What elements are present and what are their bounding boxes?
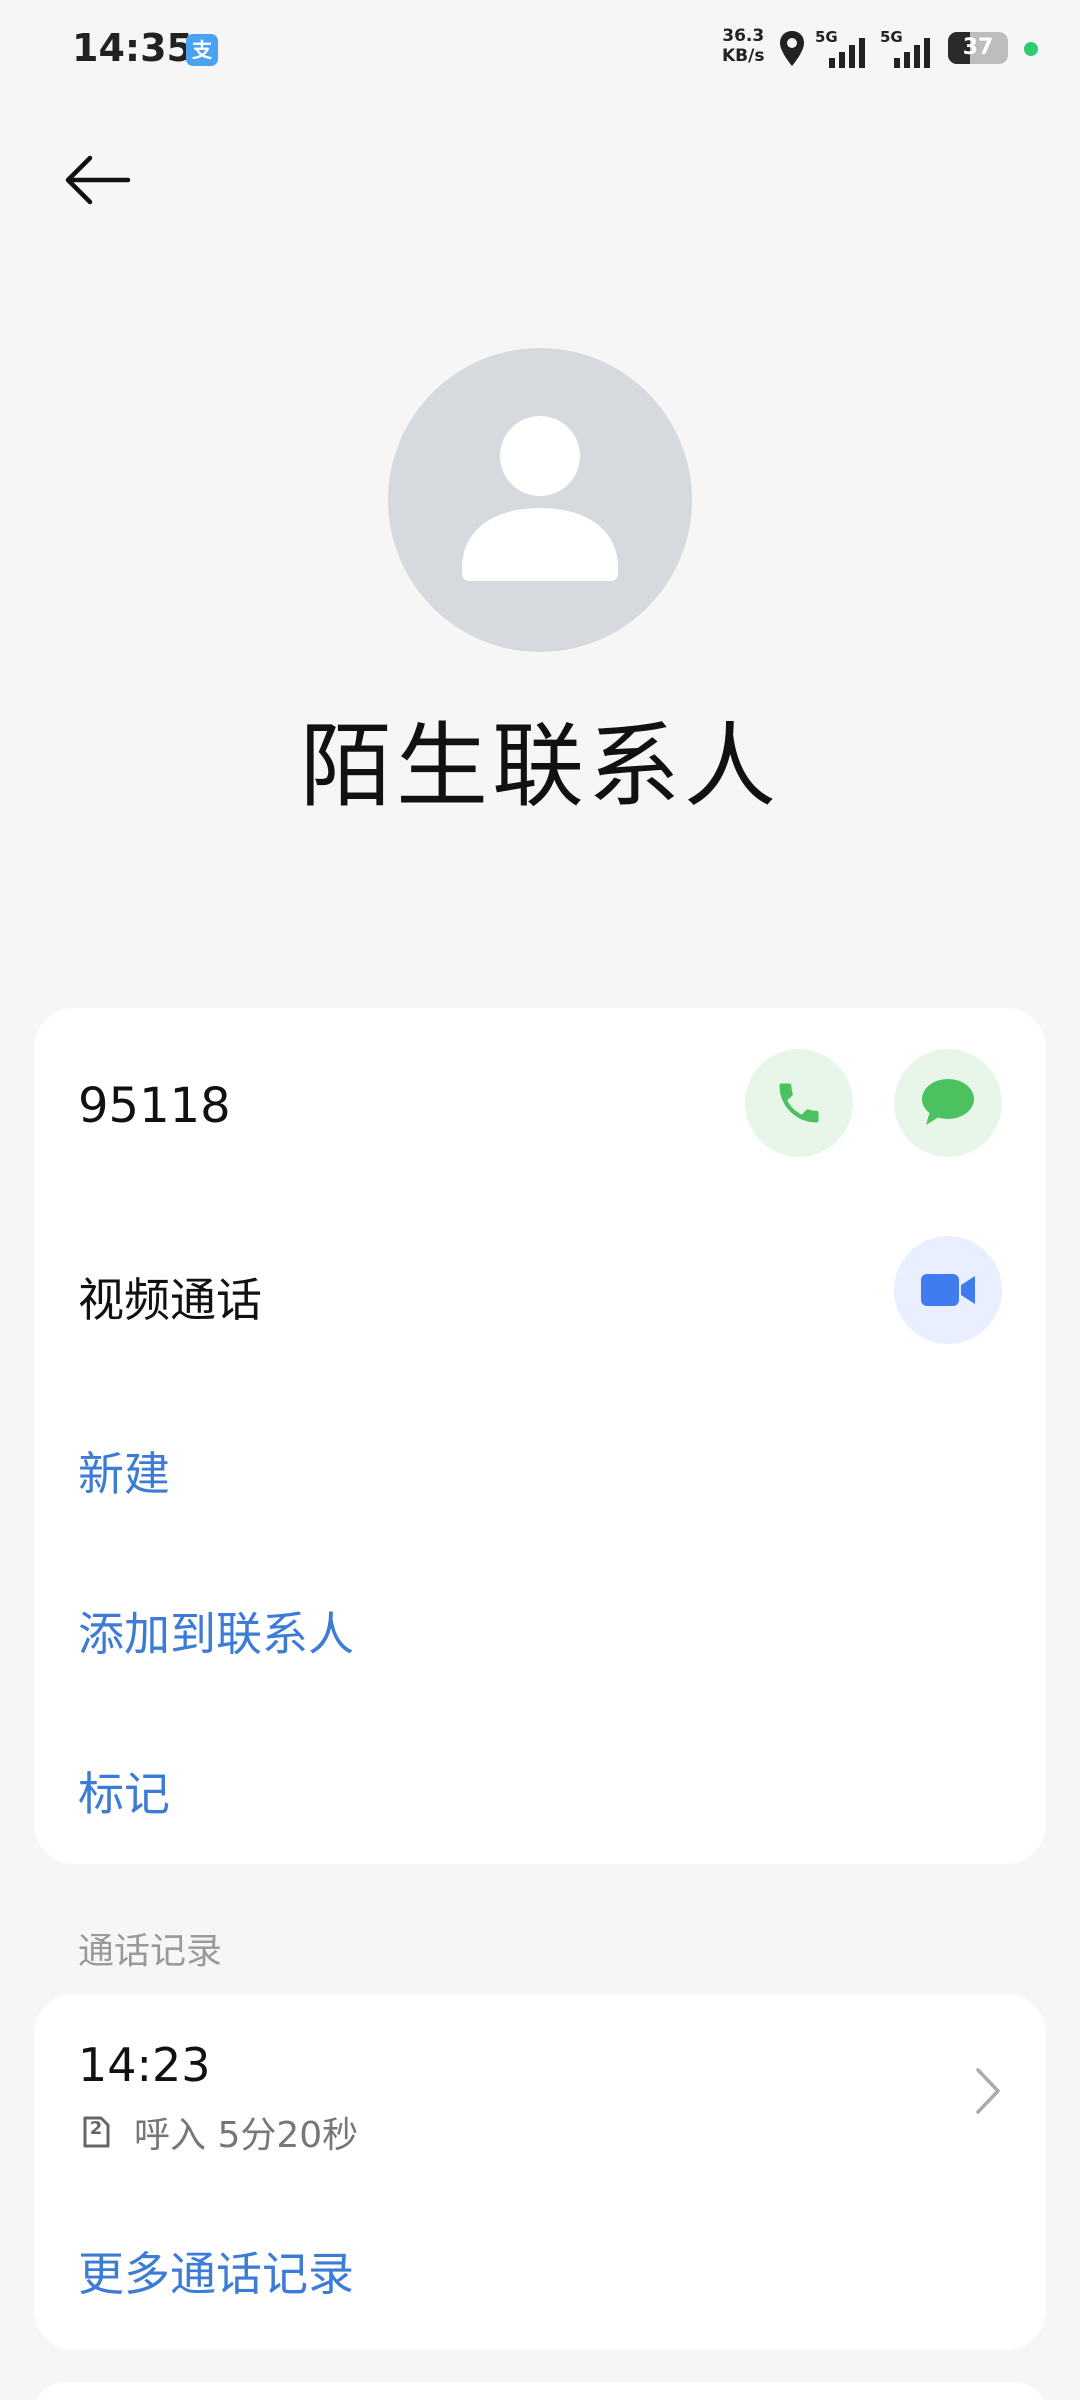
call-log-section-title: 通话记录 [78,1931,223,1972]
more-call-logs-link[interactable]: 更多通话记录 [78,2238,354,2304]
phone-number[interactable]: 95118 [78,1078,231,1134]
new-contact-action[interactable]: 新建 [78,1438,170,1504]
contact-avatar [388,348,692,652]
privacy-indicator-dot [1024,42,1038,56]
battery-level: 37 [962,35,994,60]
app-notification-icon: 支 [186,34,218,66]
sim-slot-number: 2 [89,2118,103,2139]
call-time: 14:23 [78,2038,211,2092]
battery-icon: 37 [948,32,1008,64]
contact-actions-card: 95118 视频通话 新建 添加到联系人 标记 [34,1008,1046,1864]
message-button[interactable] [894,1049,1002,1157]
chat-bubble-icon [922,1079,974,1125]
sim-card-icon: 2 [82,2116,110,2148]
call-type-duration: 呼入 5分20秒 [134,2115,359,2156]
network-speed-value: 36.3 [722,26,765,46]
call-log-entry[interactable]: 14:23 2 呼入 5分20秒 [34,1994,1046,2194]
mark-number-action[interactable]: 标记 [78,1758,170,1824]
next-card-peek [34,2382,1046,2400]
contact-name: 陌生联系人 [299,713,780,820]
network-speed: 36.3 KB/s [722,26,764,66]
network-speed-unit: KB/s [722,46,765,66]
video-camera-icon [921,1274,975,1306]
status-bar: 14:35 支 36.3 KB/s 5G 5G 37 [0,0,1080,100]
phone-icon [779,1083,819,1123]
call-button[interactable] [745,1049,853,1157]
arrow-left-icon [65,155,131,205]
person-silhouette-icon [462,416,618,581]
chevron-right-icon [976,2068,1000,2114]
back-button[interactable] [62,140,152,220]
call-detail: 2 呼入 5分20秒 [82,2106,358,2158]
video-call-label[interactable]: 视频通话 [78,1264,262,1330]
add-to-contacts-action[interactable]: 添加到联系人 [78,1598,354,1664]
call-log-card: 14:23 2 呼入 5分20秒 更多通话记录 [34,1994,1046,2350]
video-call-button[interactable] [894,1236,1002,1344]
location-pin-icon [780,31,804,66]
status-time: 14:35 [72,26,193,70]
